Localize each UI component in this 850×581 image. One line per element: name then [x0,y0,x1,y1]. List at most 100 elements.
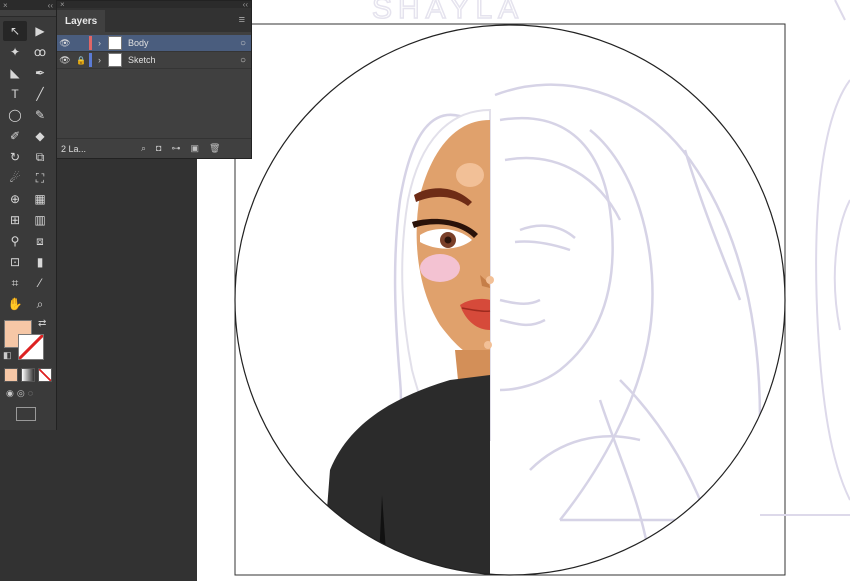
layers-tab-bar: Layers ≡ [57,8,251,32]
slice-tool-icon: ⁄ [38,276,41,290]
selection-tool[interactable]: ↖ [3,21,27,41]
swap-colors-icon[interactable]: ⇄ [38,318,46,329]
tools-panel-header[interactable]: × ‹‹ [0,0,56,10]
draw-behind-icon[interactable]: ◎ [17,388,25,399]
draw-inside-icon[interactable]: ◌ [28,388,33,399]
artboard [234,23,786,576]
hand-tool-icon: ✋ [7,297,23,311]
rotate-tool-icon: ↻ [9,150,21,164]
type-tool[interactable]: T [3,84,27,104]
blend-tool-icon: ⧈ [36,234,44,248]
blush [420,254,460,282]
artwork[interactable]: SHAYLA [197,0,850,581]
warp-tool[interactable]: ☄ [3,168,27,188]
create-new-layer-icon[interactable]: ▣ [190,143,199,154]
tool-grid: ↖ ▶ ✦ ꝏ ◣ ✒ T ╱ ◯ ✎ ✐ ◆ ↻ ⧉ ☄ ⛶ ⊕ ▦ ⊞ ▥ ⚲ ⧈ ⊡ ▮ ⌗ ⁄ ✋ ⌕ [0,17,56,314]
sketch-title-text: SHAYLA [372,0,524,25]
lock-icon[interactable]: 🔒 [73,56,89,65]
ellipse-tool-icon: ◯ [8,108,22,122]
selection-tool-icon: ↖ [9,24,21,38]
create-sublayer-icon[interactable]: ⊶ [171,143,180,154]
none-mode-icon[interactable] [38,368,52,382]
layer-color-bar [89,53,92,67]
collapse-icon[interactable]: ‹‹ [48,1,53,10]
direct-select-curve-tool-icon: ◣ [10,66,20,80]
gradient-mode-icon[interactable] [21,368,35,382]
stroke-color-swatch[interactable] [18,334,44,360]
layer-actions: ⌕ ◘ ⊶ ▣ 🗑 [141,143,220,154]
target-circle-icon[interactable]: ○ [235,38,251,49]
direct-select-curve-tool[interactable]: ◣ [3,63,27,83]
eraser-tool-icon: ◆ [35,129,45,143]
delete-layer-icon[interactable]: 🗑 [209,143,220,154]
tools-panel: × ‹‹ ↖ ▶ ✦ ꝏ ◣ ✒ T ╱ ◯ ✎ ✐ ◆ ↻ ⧉ ☄ ⛶ ⊕ ▦ ⊞ ▥ ⚲ ⧈ ⊡ ▮ ⌗ ⁄ ✋ ⌕ ⇄ ◧ ◉ … [0,0,57,430]
expand-arrow-icon[interactable]: › [98,38,108,48]
layer-count: 2 La... [61,143,87,154]
make-clipping-mask-icon[interactable]: ◘ [156,143,161,154]
tab-layers[interactable]: Layers [57,10,106,32]
eraser-tool[interactable]: ◆ [28,126,52,146]
gradient-tool-icon: ▥ [34,213,46,227]
shape-builder-tool-icon: ⊕ [9,192,21,206]
paintbrush-tool-icon: ✎ [34,108,46,122]
free-transform-tool-icon: ⛶ [35,171,45,185]
visibility-eye-icon[interactable]: 👁 [57,38,73,49]
close-icon[interactable]: × [60,0,65,9]
paintbrush-tool[interactable]: ✎ [28,105,52,125]
scale-tool[interactable]: ⧉ [28,147,52,167]
column-graph-tool-icon: ▮ [36,255,44,269]
direct-selection-tool[interactable]: ▶ [28,21,52,41]
draw-normal-icon[interactable]: ◉ [6,388,14,399]
warp-tool-icon: ☄ [9,171,21,185]
layers-panel: × ‹‹ Layers ≡ 👁 › Body ○ 👁 🔒 › Sketch ○ 2 La... … [56,0,252,159]
canvas-area[interactable]: SHAYLA [197,0,850,581]
offboard-sketch [760,0,850,516]
ellipse-tool[interactable]: ◯ [3,105,27,125]
eyedropper-tool[interactable]: ⚲ [3,231,27,251]
symbol-sprayer-tool[interactable]: ⊡ [3,252,27,272]
free-transform-tool[interactable]: ⛶ [28,168,52,188]
clip-circle [234,24,786,576]
zoom-tool[interactable]: ⌕ [28,294,52,314]
gradient-tool[interactable]: ▥ [28,210,52,230]
layer-row[interactable]: 👁 › Body ○ [57,35,251,52]
blend-tool[interactable]: ⧈ [28,231,52,251]
layer-name[interactable]: Body [128,38,235,48]
panel-menu-icon[interactable]: ≡ [239,14,251,32]
hand-tool[interactable]: ✋ [3,294,27,314]
expand-arrow-icon[interactable]: › [98,55,108,65]
shape-builder-tool[interactable]: ⊕ [3,189,27,209]
lasso-tool[interactable]: ꝏ [28,42,52,62]
layers-panel-header[interactable]: × ‹‹ [57,0,251,9]
close-icon[interactable]: × [3,1,8,10]
column-graph-tool[interactable]: ▮ [28,252,52,272]
pen-tool[interactable]: ✒ [28,63,52,83]
tools-grip[interactable] [0,10,56,17]
artboard-tool-icon: ⌗ [11,276,19,290]
artboard-tool[interactable]: ⌗ [3,273,27,293]
default-colors-icon[interactable]: ◧ [3,350,12,361]
visibility-eye-icon[interactable]: 👁 [57,55,73,66]
zoom-tool-icon: ⌕ [36,297,44,311]
locate-object-icon[interactable]: ⌕ [141,143,146,154]
shaper-tool[interactable]: ✐ [3,126,27,146]
magic-wand-tool[interactable]: ✦ [3,42,27,62]
layer-name[interactable]: Sketch [128,55,235,65]
perspective-grid-tool[interactable]: ▦ [28,189,52,209]
mesh-tool[interactable]: ⊞ [3,210,27,230]
color-mode-icon[interactable] [4,368,18,382]
pen-tool-icon: ✒ [34,66,46,80]
scale-tool-icon: ⧉ [35,150,45,164]
target-circle-icon[interactable]: ○ [235,55,251,66]
screen-mode-icon[interactable] [16,407,36,421]
rotate-tool[interactable]: ↻ [3,147,27,167]
collapse-icon[interactable]: ‹‹ [243,0,248,9]
layer-thumbnail [108,53,122,67]
direct-selection-tool-icon: ▶ [35,24,45,38]
color-mode-row [0,366,56,384]
type-tool-icon: T [11,87,19,101]
slice-tool[interactable]: ⁄ [28,273,52,293]
shaper-tool-icon: ✐ [9,129,21,143]
layer-row[interactable]: 👁 🔒 › Sketch ○ [57,52,251,69]
line-segment-tool[interactable]: ╱ [28,84,52,104]
